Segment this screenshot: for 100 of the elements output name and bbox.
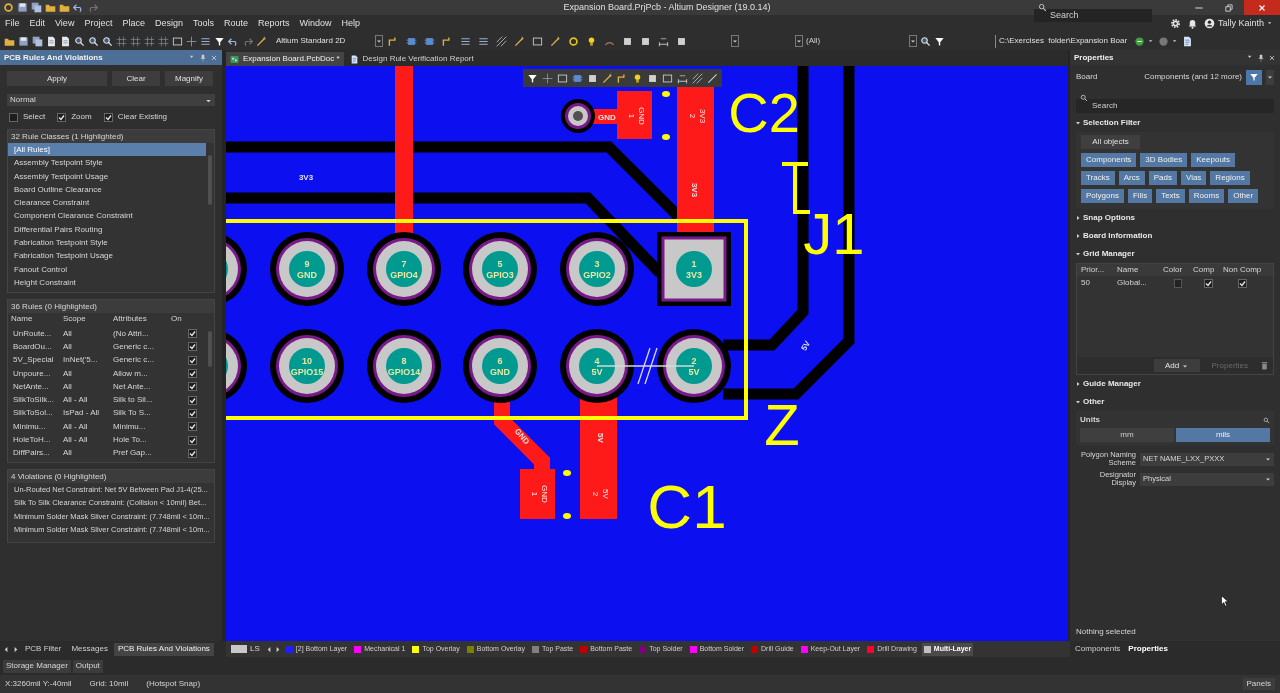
rule-class-item[interactable]: [All Rules] xyxy=(8,143,206,157)
filter-icon[interactable] xyxy=(214,35,225,47)
undo-icon[interactable] xyxy=(73,2,84,13)
square-icon[interactable] xyxy=(647,72,658,84)
column-header[interactable]: Prior... xyxy=(1081,264,1117,276)
column-header[interactable]: On xyxy=(171,313,201,325)
menu-item[interactable]: Window xyxy=(294,16,337,31)
menu-item[interactable]: Project xyxy=(79,16,118,31)
checkbox[interactable] xyxy=(57,112,67,122)
folder-icon[interactable] xyxy=(45,2,56,13)
caret-icon[interactable] xyxy=(1172,37,1179,45)
menu-item[interactable]: Edit xyxy=(24,16,51,31)
checkbox[interactable] xyxy=(103,112,113,122)
checkbox[interactable] xyxy=(188,369,197,379)
panel-tab[interactable]: Properties xyxy=(1126,642,1170,656)
close-icon[interactable] xyxy=(210,53,218,62)
rule-class-item[interactable]: Assembly Testpoint Style xyxy=(8,156,206,170)
checkbox[interactable] xyxy=(188,329,197,339)
filter-toggle[interactable]: Arcs xyxy=(1118,171,1145,185)
rule-class-item[interactable]: Component Clearance Constraint xyxy=(8,209,206,223)
checkbox[interactable] xyxy=(188,435,197,445)
zoom-icon[interactable] xyxy=(74,35,85,47)
wand-icon[interactable] xyxy=(514,35,525,47)
app-logo-icon[interactable] xyxy=(3,2,14,13)
rectangle-icon[interactable] xyxy=(557,72,568,84)
color-swatch[interactable] xyxy=(1174,278,1182,288)
caret-icon[interactable] xyxy=(1247,54,1254,61)
checkbox[interactable] xyxy=(188,382,197,392)
menu-item[interactable]: Design xyxy=(149,16,188,31)
panel-tab[interactable]: PCB Filter xyxy=(21,642,66,656)
menu-item[interactable]: Help xyxy=(336,16,366,31)
checkbox[interactable] xyxy=(188,395,197,405)
column-header[interactable]: Attributes xyxy=(113,313,171,325)
chip-icon[interactable] xyxy=(572,72,583,84)
crosshair-icon[interactable] xyxy=(186,35,197,47)
section-header[interactable]: Grid Manager xyxy=(1070,245,1280,263)
circle-icon[interactable] xyxy=(1158,35,1169,47)
document-icon[interactable] xyxy=(1182,35,1193,47)
checkbox[interactable] xyxy=(188,422,197,432)
square-icon[interactable] xyxy=(587,72,598,84)
dropdown-button[interactable] xyxy=(1266,69,1274,85)
rule-class-item[interactable]: Board Outline Clearance xyxy=(8,182,206,197)
settings-icon[interactable] xyxy=(1169,18,1181,29)
filter-toggle[interactable]: Regions xyxy=(1210,171,1250,185)
panel-tab[interactable]: PCB Rules And Violations xyxy=(113,642,214,656)
dropdown-button[interactable] xyxy=(909,35,917,47)
menu-item[interactable]: Route xyxy=(218,16,253,31)
document-icon[interactable] xyxy=(60,35,71,47)
column-header[interactable]: Non Comp xyxy=(1223,264,1261,276)
panel-button[interactable]: Apply xyxy=(7,71,107,86)
pin-icon[interactable] xyxy=(1257,53,1265,62)
document-tab[interactable]: Design Rule Verification Report xyxy=(345,52,478,66)
grid-icon[interactable] xyxy=(158,35,169,47)
panel-button[interactable]: Magnify xyxy=(165,71,213,86)
checkbox[interactable] xyxy=(1237,278,1247,288)
bars-icon[interactable] xyxy=(200,35,211,47)
save-all-icon[interactable] xyxy=(32,35,43,47)
rectangle-icon[interactable] xyxy=(172,35,183,47)
rule-class-item[interactable]: Fanout Control xyxy=(8,262,206,276)
section-header[interactable]: Snap Options xyxy=(1070,209,1280,227)
panel-tab[interactable]: Components xyxy=(1073,642,1123,656)
menu-item[interactable]: Place xyxy=(117,16,150,31)
dropdown-button[interactable] xyxy=(795,35,803,47)
save-icon[interactable] xyxy=(17,2,28,13)
unit-toggle[interactable]: mils xyxy=(1176,428,1270,442)
dimension-icon[interactable] xyxy=(677,72,688,84)
filter-toggle[interactable]: Keepouts xyxy=(1191,153,1236,167)
caret-icon[interactable] xyxy=(189,54,196,61)
dropdown-button[interactable] xyxy=(375,35,383,47)
zoom-icon[interactable] xyxy=(102,35,113,47)
menu-item[interactable]: File xyxy=(0,16,25,31)
filter-toggle[interactable]: Tracks xyxy=(1081,171,1115,185)
filter-toggle[interactable]: Polygons xyxy=(1081,189,1124,203)
menu-item[interactable]: Reports xyxy=(253,16,295,31)
rectangle-icon[interactable] xyxy=(662,72,673,84)
filter-toggle[interactable]: Other xyxy=(1228,189,1259,203)
bars-icon[interactable] xyxy=(478,35,489,47)
section-header[interactable]: Selection Filter xyxy=(1070,114,1280,132)
filter-toggle[interactable]: Components xyxy=(1081,153,1137,167)
panel-tab[interactable]: Output xyxy=(72,659,103,673)
all-objects-button[interactable]: All objects xyxy=(1081,135,1140,149)
square-icon[interactable] xyxy=(622,35,633,47)
minus-circle-icon[interactable] xyxy=(1134,35,1145,47)
rule-class-item[interactable]: Assembly Testpoint Usage xyxy=(8,169,206,183)
checkbox[interactable] xyxy=(188,408,197,418)
filter-icon[interactable] xyxy=(934,35,945,47)
checkbox[interactable] xyxy=(188,355,197,365)
zoom-icon[interactable] xyxy=(88,35,99,47)
hatch-icon[interactable] xyxy=(692,72,703,84)
column-header[interactable]: Name xyxy=(1117,264,1163,276)
filter-toggle[interactable]: Texts xyxy=(1156,189,1185,203)
filter-button[interactable] xyxy=(1246,69,1262,85)
grid-icon[interactable] xyxy=(130,35,141,47)
layer-set-button[interactable]: LS xyxy=(228,642,263,656)
save-icon[interactable] xyxy=(18,35,29,47)
arrow-left-icon[interactable] xyxy=(265,645,273,653)
panels-button[interactable]: Panels xyxy=(1242,678,1275,690)
section-header[interactable]: Board Information xyxy=(1070,227,1280,245)
filter-toggle[interactable]: Vias xyxy=(1180,171,1207,185)
search-field[interactable]: Search xyxy=(1034,9,1152,23)
